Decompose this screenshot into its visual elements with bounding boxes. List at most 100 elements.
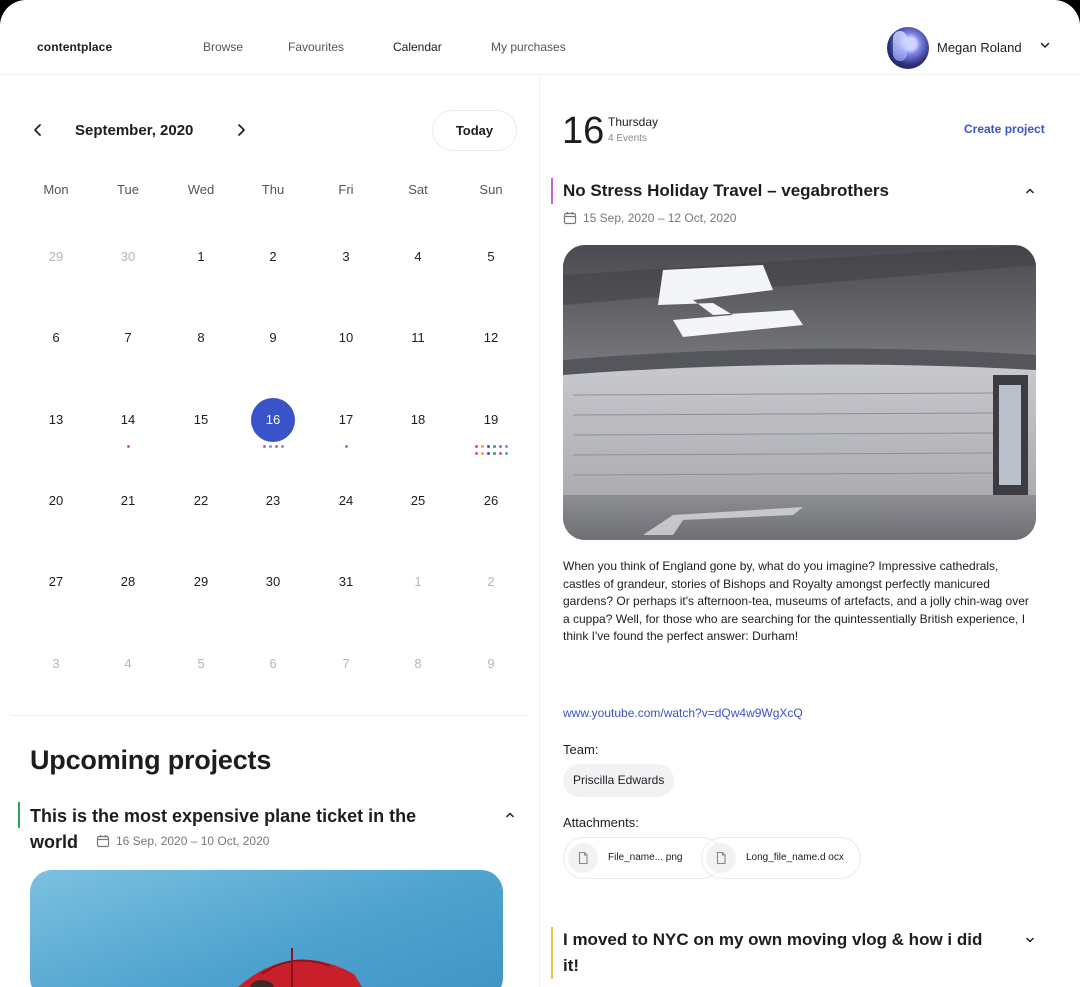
event-indicator-dots [344,445,348,455]
today-button[interactable]: Today [432,110,517,151]
calendar-day[interactable]: 6 [251,642,295,686]
nav-favourites[interactable]: Favourites [288,40,344,54]
file-icon [568,843,598,873]
chevron-left-icon[interactable] [29,121,47,139]
chevron-up-icon[interactable] [503,808,517,822]
calendar-day[interactable]: 30 [251,560,295,604]
event-dot [344,445,348,448]
calendar-day[interactable]: 27 [34,560,78,604]
calendar-day[interactable]: 28 [106,560,150,604]
red-umbrella-illustration [238,948,362,987]
calendar-day[interactable]: 13 [34,398,78,442]
chevron-up-icon[interactable] [1023,184,1037,198]
selected-weekday: Thursday [608,115,659,129]
calendar-day[interactable]: 29 [179,560,223,604]
event-dot [274,445,278,448]
calendar-day[interactable]: 24 [324,479,368,523]
event-indicator-dots [126,445,130,455]
calendar-day[interactable]: 4 [396,235,440,279]
calendar-day[interactable]: 19 [469,398,513,442]
event-dot [498,445,502,448]
calendar-day[interactable]: 1 [179,235,223,279]
calendar-day[interactable]: 31 [324,560,368,604]
calendar-day[interactable]: 7 [324,642,368,686]
calendar-day[interactable]: 15 [179,398,223,442]
weekday-label: Wed [187,182,215,197]
nav-my-purchases[interactable]: My purchases [491,40,566,54]
calendar-day[interactable]: 5 [179,642,223,686]
event-indicator-dots [262,445,284,455]
weekday-label: Fri [338,182,354,197]
chevron-down-icon[interactable] [1038,38,1052,52]
calendar-day[interactable]: 2 [251,235,295,279]
calendar-day[interactable]: 21 [106,479,150,523]
attachment-item[interactable]: File_name... png [563,837,723,879]
calendar-day[interactable]: 18 [396,398,440,442]
weekday-label: Thu [261,182,285,197]
calendar-day[interactable]: 12 [469,316,513,360]
event-dot [504,445,508,448]
calendar-day[interactable]: 8 [179,316,223,360]
calendar-day[interactable]: 14 [106,398,150,442]
selected-day-number: 16 [562,110,605,152]
calendar-day-selected[interactable]: 16 [251,398,295,442]
calendar-day[interactable]: 3 [34,642,78,686]
logo[interactable]: contentplace [37,40,112,54]
event-dot [480,451,484,455]
calendar-day[interactable]: 10 [324,316,368,360]
event-dot [492,445,496,448]
team-member-chip[interactable]: Priscilla Edwards [563,764,675,797]
create-project-link[interactable]: Create project [964,122,1045,136]
weekday-label: Mon [43,182,69,197]
calendar-day[interactable]: 1 [396,560,440,604]
events-count: 4 Events [608,133,647,144]
chevron-down-icon[interactable] [1023,933,1037,947]
calendar-day[interactable]: 25 [396,479,440,523]
attachments-label: Attachments: [563,815,639,830]
project-dates: 16 Sep, 2020 – 10 Oct, 2020 [96,834,269,848]
event-dot [126,445,130,448]
calendar-day[interactable]: 9 [469,642,513,686]
event-dates-text: 15 Sep, 2020 – 12 Oct, 2020 [583,211,737,225]
calendar-day[interactable]: 26 [469,479,513,523]
event-dot [492,451,496,455]
attachment-item[interactable]: Long_file_name.d ocx [701,837,861,879]
event-link[interactable]: www.youtube.com/watch?v=dQw4w9WgXcQ [563,706,803,720]
attachment-name: File_name... png [608,852,683,863]
calendar-day[interactable]: 2 [469,560,513,604]
calendar-day[interactable]: 30 [106,235,150,279]
event-dot [262,445,266,448]
event-image [563,245,1036,540]
calendar-day[interactable]: 8 [396,642,440,686]
calendar-day[interactable]: 5 [469,235,513,279]
calendar-day[interactable]: 22 [179,479,223,523]
calendar-day[interactable]: 6 [34,316,78,360]
weekday-label: Sun [479,182,503,197]
calendar-day[interactable]: 29 [34,235,78,279]
nav-calendar[interactable]: Calendar [393,40,442,54]
section-divider [10,715,529,716]
app-window: contentplace Browse Favourites Calendar … [0,0,1080,987]
calendar-day[interactable]: 3 [324,235,368,279]
event-dot [268,445,272,448]
calendar-day[interactable]: 9 [251,316,295,360]
project-dates-text: 16 Sep, 2020 – 10 Oct, 2020 [116,834,270,848]
calendar-day[interactable]: 4 [106,642,150,686]
nav-browse[interactable]: Browse [203,40,243,54]
calendar-day[interactable]: 11 [396,316,440,360]
calendar-day[interactable]: 20 [34,479,78,523]
next-event-title[interactable]: I moved to NYC on my own moving vlog & h… [563,927,1003,979]
attachment-name: Long_file_name.d ocx [746,852,844,863]
event-title[interactable]: No Stress Holiday Travel – vegabrothers [563,178,889,204]
avatar[interactable] [887,27,929,69]
weekday-label: Sat [408,182,428,197]
calendar-day[interactable]: 17 [324,398,368,442]
calendar-day[interactable]: 7 [106,316,150,360]
user-name[interactable]: Megan Roland [937,40,1022,55]
calendar-day[interactable]: 23 [251,479,295,523]
upcoming-title: Upcoming projects [30,745,272,775]
chevron-right-icon[interactable] [232,121,250,139]
event-indicator-dots [474,445,508,455]
event-dot [474,445,478,448]
project-accent-bar [18,802,20,828]
